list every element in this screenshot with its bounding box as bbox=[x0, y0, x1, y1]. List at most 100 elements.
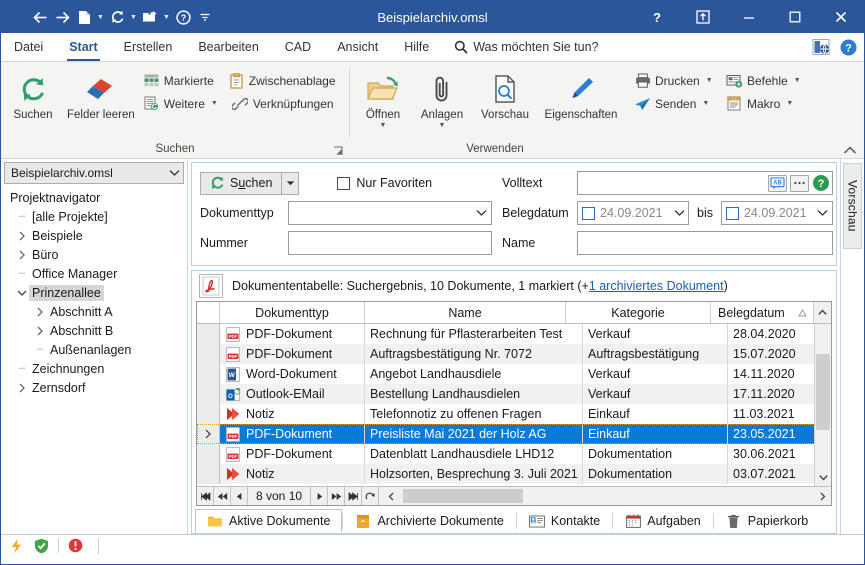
table-header-name[interactable]: Name bbox=[365, 302, 566, 323]
hscroll-thumb[interactable] bbox=[403, 489, 524, 503]
tree-item-zeichnungen[interactable]: ┄ Zeichnungen bbox=[1, 359, 187, 378]
tab-aufgaben[interactable]: Aufgaben bbox=[613, 509, 713, 533]
preview-tab[interactable]: Vorschau bbox=[843, 163, 862, 249]
table-header-dokumenttyp[interactable]: Dokumenttyp bbox=[220, 302, 365, 323]
ribbon-button-makro[interactable]: { } Makro ▼ bbox=[724, 94, 795, 113]
ribbon-collapse-icon[interactable] bbox=[843, 145, 857, 156]
help-circle-icon[interactable]: ? bbox=[172, 6, 194, 28]
chevron-down-icon[interactable] bbox=[15, 289, 29, 297]
ribbon-button-oeffnen[interactable]: Öffnen ▼ bbox=[354, 66, 412, 130]
ribbon-button-drucken[interactable]: Drucken ▼ bbox=[632, 71, 714, 90]
search-button-dropdown[interactable] bbox=[282, 171, 300, 195]
nav-prev-page-button[interactable] bbox=[214, 487, 231, 505]
ribbon-button-befehle[interactable]: Befehle ▼ bbox=[724, 71, 803, 90]
chevron-right-icon[interactable] bbox=[33, 326, 47, 336]
table-row[interactable]: Notiz Holzsorten, Besprechung 3. Juli 20… bbox=[197, 464, 831, 484]
tree-item-alle-projekte[interactable]: ┄ [alle Projekte] bbox=[1, 207, 187, 226]
tree-item-office-manager[interactable]: ┄ Office Manager bbox=[1, 264, 187, 283]
forward-icon[interactable] bbox=[51, 6, 73, 28]
more-options-icon[interactable] bbox=[789, 174, 809, 192]
help-icon[interactable]: ? bbox=[836, 35, 860, 59]
belegdatum-from[interactable]: 24.09.2021 bbox=[577, 201, 689, 225]
tab-aktive-dokumente[interactable]: Aktive Dokumente bbox=[195, 509, 343, 533]
belegdatum-from-checkbox[interactable] bbox=[582, 206, 595, 220]
ribbon-button-markierte[interactable]: Markierte bbox=[141, 71, 216, 90]
tree-item-abschnitt-b[interactable]: Abschnitt B bbox=[1, 321, 187, 340]
nav-first-button[interactable] bbox=[197, 487, 214, 505]
scrollbar-track[interactable] bbox=[815, 324, 831, 469]
scrollbar-thumb[interactable] bbox=[816, 354, 830, 430]
table-row[interactable]: PDF PDF-Dokument Rechnung für Pflasterar… bbox=[197, 324, 831, 344]
table-horizontal-scrollbar[interactable] bbox=[383, 487, 831, 505]
ribbon-button-verknuepfungen[interactable]: Verknüpfungen bbox=[230, 94, 336, 113]
tell-me-search[interactable]: Was möchten Sie tun? bbox=[454, 33, 599, 61]
name-input[interactable] bbox=[577, 231, 833, 255]
nav-next-page-button[interactable] bbox=[328, 487, 346, 505]
hscroll-left-button[interactable] bbox=[383, 487, 400, 505]
scroll-down-button[interactable] bbox=[815, 469, 831, 486]
open-folder-caret-icon[interactable]: ▼ bbox=[161, 6, 172, 28]
minimize-button[interactable] bbox=[726, 1, 772, 33]
drucken-caret-icon[interactable]: ▼ bbox=[706, 77, 713, 84]
chevron-down-icon[interactable] bbox=[670, 209, 688, 217]
ribbon-display-options-button[interactable] bbox=[680, 1, 726, 33]
hscroll-track[interactable] bbox=[400, 487, 814, 505]
table-row[interactable]: PDF PDF-Dokument Datenblatt Landhausdiel… bbox=[197, 444, 831, 464]
ribbon-button-eigenschaften[interactable]: Eigenschaften bbox=[538, 66, 624, 122]
chevron-right-icon[interactable] bbox=[15, 250, 29, 260]
favorites-checkbox[interactable]: Nur Favoriten bbox=[337, 176, 432, 190]
search-button[interactable]: Suchen bbox=[200, 171, 283, 195]
chevron-down-icon[interactable] bbox=[814, 209, 832, 217]
chevron-down-icon[interactable] bbox=[165, 169, 183, 177]
tree-item-beispiele[interactable]: Beispiele bbox=[1, 226, 187, 245]
chevron-right-icon[interactable] bbox=[15, 383, 29, 393]
close-button[interactable] bbox=[818, 1, 864, 33]
new-document-caret-icon[interactable]: ▼ bbox=[95, 6, 106, 28]
tab-kontakte[interactable]: Kontakte bbox=[517, 509, 612, 533]
table-row[interactable]: Notiz Telefonnotiz zu offenen Fragen Ein… bbox=[197, 404, 831, 424]
tree-item-zernsdorf[interactable]: Zernsdorf bbox=[1, 378, 187, 397]
tree-item-buero[interactable]: Büro bbox=[1, 245, 187, 264]
shield-check-icon[interactable] bbox=[33, 537, 50, 554]
archive-selector[interactable]: Beispielarchiv.omsl bbox=[4, 162, 184, 184]
ribbon-button-vorschau[interactable]: Vorschau bbox=[472, 66, 538, 122]
web-help-icon[interactable] bbox=[809, 35, 833, 59]
tree-item-aussenanlagen[interactable]: ┄ Außenanlagen bbox=[1, 340, 187, 359]
nav-prev-button[interactable] bbox=[231, 487, 248, 505]
ribbon-tab-ansicht[interactable]: Ansicht bbox=[324, 33, 391, 61]
table-row[interactable]: W Word-Dokument Angebot Landhausdiele Ve… bbox=[197, 364, 831, 384]
senden-caret-icon[interactable]: ▼ bbox=[702, 100, 709, 107]
refresh-caret-icon[interactable]: ▼ bbox=[128, 6, 139, 28]
chevron-right-icon[interactable] bbox=[33, 307, 47, 317]
chevron-right-icon[interactable] bbox=[15, 231, 29, 241]
error-icon[interactable] bbox=[67, 537, 84, 554]
table-row[interactable]: PDF PDF-Dokument Auftragsbestätigung Nr.… bbox=[197, 344, 831, 364]
nummer-input[interactable] bbox=[288, 231, 492, 255]
lightning-icon[interactable] bbox=[8, 537, 25, 554]
ribbon-button-suchen[interactable]: Suchen bbox=[5, 66, 61, 122]
table-header-kategorie[interactable]: Kategorie bbox=[566, 302, 711, 323]
help-button[interactable]: ? bbox=[634, 1, 680, 33]
ribbon-tab-datei[interactable]: Datei bbox=[1, 33, 56, 61]
ribbon-button-felder-leeren[interactable]: Felder leeren bbox=[61, 66, 141, 122]
overflow-icon[interactable] bbox=[194, 6, 216, 28]
oeffnen-caret-icon[interactable]: ▼ bbox=[380, 122, 387, 130]
new-document-icon[interactable] bbox=[73, 6, 95, 28]
table-header-belegdatum[interactable]: Belegdatum bbox=[711, 302, 814, 323]
ribbon-tab-erstellen[interactable]: Erstellen bbox=[111, 33, 186, 61]
makro-caret-icon[interactable]: ▼ bbox=[786, 100, 793, 107]
ribbon-button-senden[interactable]: Senden ▼ bbox=[632, 94, 714, 113]
nav-next-button[interactable] bbox=[311, 487, 329, 505]
refresh-icon[interactable] bbox=[106, 6, 128, 28]
ribbon-button-zwischenablage[interactable]: Zwischenablage bbox=[226, 71, 338, 90]
archived-document-link[interactable]: 1 archiviertes Dokument bbox=[589, 279, 724, 293]
tab-papierkorb[interactable]: Papierkorb bbox=[714, 509, 820, 533]
ribbon-button-anlagen[interactable]: Anlagen ▼ bbox=[412, 66, 472, 130]
table-scroll-up-button[interactable] bbox=[814, 302, 831, 323]
table-vertical-scrollbar[interactable] bbox=[814, 324, 831, 486]
nav-refresh-button[interactable] bbox=[362, 487, 380, 505]
ab-speech-icon[interactable]: AB bbox=[767, 174, 787, 192]
table-row-selected[interactable]: PDF PDF-Dokument Preisliste Mai 2021 der… bbox=[197, 424, 831, 444]
back-icon[interactable] bbox=[29, 6, 51, 28]
help-icon[interactable]: ? bbox=[812, 174, 830, 192]
